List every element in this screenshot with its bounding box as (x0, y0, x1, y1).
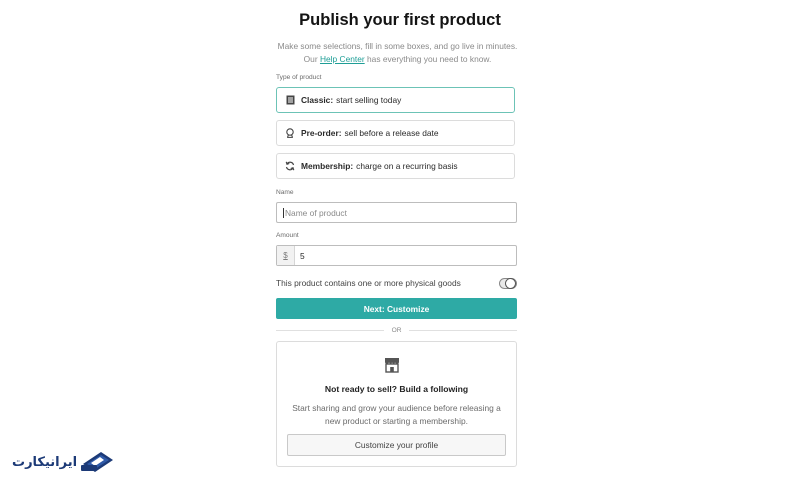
option-classic-title: Classic: (301, 95, 334, 105)
product-type-label: Type of product (276, 74, 322, 81)
option-preorder[interactable]: Pre-order: sell before a release date (276, 120, 515, 146)
amount-label: Amount (276, 232, 299, 239)
physical-goods-row: This product contains one or more physic… (276, 277, 517, 289)
card-logo-icon (81, 452, 114, 472)
card-title: Not ready to sell? Build a following (324, 384, 469, 394)
option-membership[interactable]: Membership: charge on a recurring basis (276, 153, 515, 179)
toggle-knob (505, 277, 516, 289)
product-name-input[interactable]: Name of product (276, 202, 517, 223)
logo-text: ایرانیکارت (12, 454, 78, 470)
page-title: Publish your first product (299, 11, 501, 29)
divider-line-left (276, 329, 384, 331)
currency-prefix: $ (277, 246, 295, 265)
option-preorder-title: Pre-order: (301, 128, 342, 138)
refresh-icon (285, 161, 295, 171)
badge-icon (285, 128, 295, 138)
physical-goods-toggle[interactable] (499, 277, 517, 289)
name-placeholder: Name of product (285, 207, 347, 218)
or-divider: OR (276, 325, 518, 335)
amount-value: 5 (300, 250, 305, 261)
document-icon (285, 95, 295, 105)
customize-profile-button[interactable]: Customize your profile (287, 434, 506, 456)
store-icon (385, 358, 399, 373)
option-classic-text: start selling today (336, 95, 402, 105)
page-subtitle: Make some selections, fill in some boxes… (276, 40, 519, 66)
option-preorder-text: sell before a release date (344, 128, 439, 138)
build-following-card: Not ready to sell? Build a following Sta… (276, 341, 517, 467)
subtitle-suffix: has everything you need to know. (364, 54, 492, 64)
text-caret (283, 207, 284, 218)
help-center-link[interactable]: Help Center (320, 54, 365, 64)
name-label: Name (276, 189, 294, 196)
card-description: Start sharing and grow your audience bef… (292, 403, 501, 426)
physical-goods-label: This product contains one or more physic… (276, 278, 461, 288)
option-classic[interactable]: Classic: start selling today (276, 87, 515, 113)
next-customize-button[interactable]: Next: Customize (276, 298, 517, 319)
watermark-logo: ایرانیکارت (12, 449, 115, 475)
option-membership-text: charge on a recurring basis (356, 161, 458, 171)
option-membership-title: Membership: (301, 161, 354, 171)
or-text: OR (391, 326, 402, 334)
amount-input[interactable]: $ 5 (276, 245, 517, 266)
divider-line-right (409, 329, 518, 331)
